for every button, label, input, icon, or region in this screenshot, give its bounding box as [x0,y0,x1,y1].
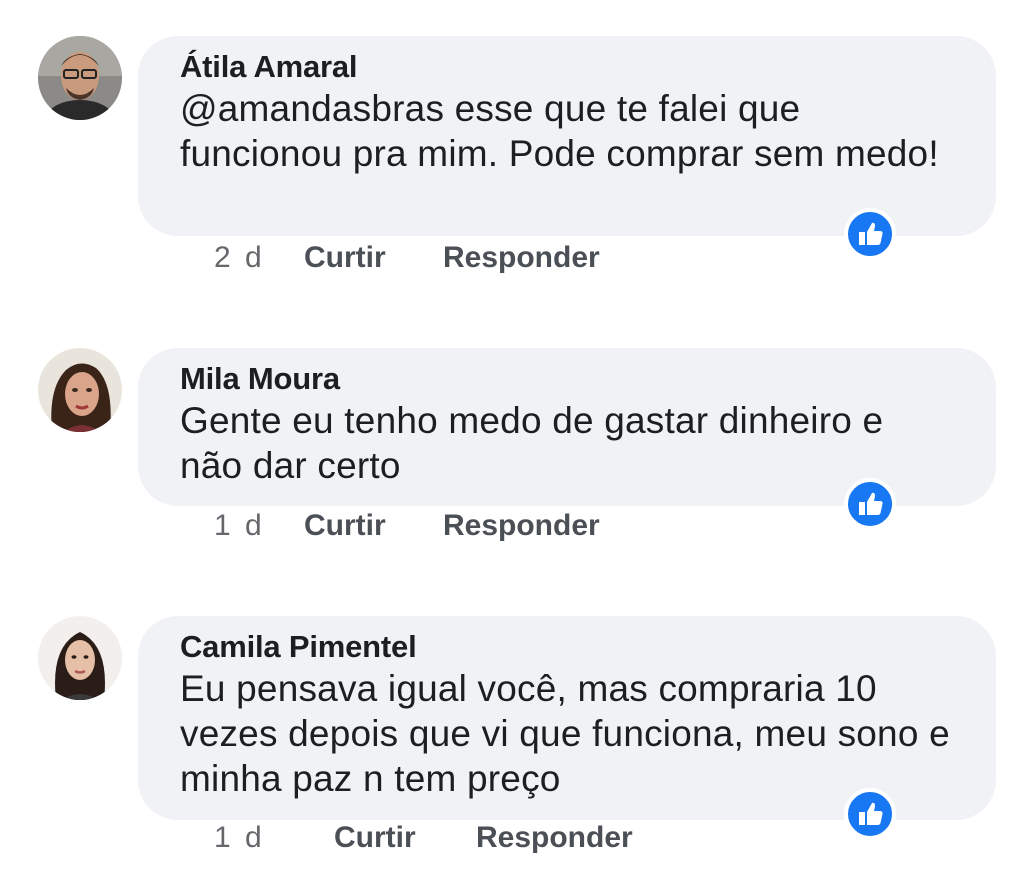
like-reaction-badge[interactable] [844,478,896,530]
comment-bubble: Átila Amaral @amandasbras esse que te fa… [138,36,996,236]
like-button[interactable]: Curtir [304,240,386,276]
comment-time[interactable]: 2 d [214,240,265,276]
like-button[interactable]: Curtir [334,820,416,856]
comment-time[interactable]: 1 d [214,820,265,856]
reply-button[interactable]: Responder [443,508,600,544]
avatar-image [38,616,122,700]
avatar[interactable] [38,348,122,432]
comment-author[interactable]: Camila Pimentel [180,628,956,666]
like-icon [859,802,883,825]
like-reaction-badge[interactable] [844,208,896,260]
comment-text: Gente eu tenho medo de gastar dinheiro e… [180,400,884,486]
comment-time[interactable]: 1 d [214,508,265,544]
like-button[interactable]: Curtir [304,508,386,544]
avatar[interactable] [38,36,122,120]
avatar[interactable] [38,616,122,700]
avatar-image [38,348,122,432]
like-icon [859,492,883,515]
reply-button[interactable]: Responder [443,240,600,276]
like-reaction-badge[interactable] [844,788,896,840]
comment-author[interactable]: Mila Moura [180,360,956,398]
comment-author[interactable]: Átila Amaral [180,48,956,86]
comment-text: Eu pensava igual você, mas compraria 10 … [180,668,950,799]
comment-text: @amandasbras esse que te falei que funci… [180,88,939,174]
reply-button[interactable]: Responder [476,820,633,856]
avatar-image [38,36,122,120]
like-icon [859,222,883,245]
